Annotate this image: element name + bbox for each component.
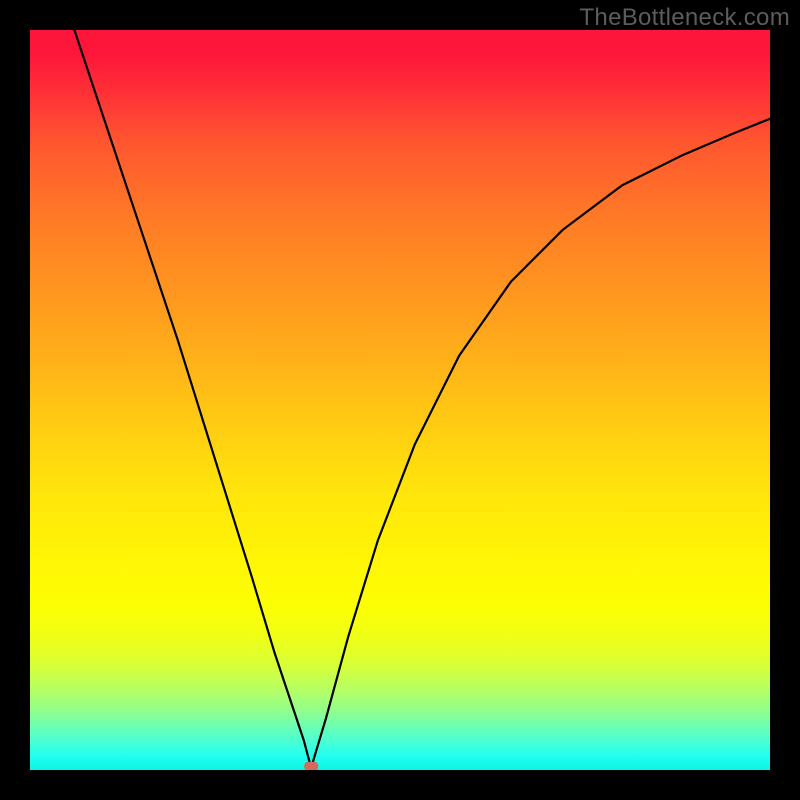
watermark-text: TheBottleneck.com	[579, 4, 790, 32]
chart-overlay	[30, 30, 770, 770]
chart-frame: TheBottleneck.com	[0, 0, 800, 800]
curve-right-branch	[313, 119, 770, 763]
minimum-marker	[304, 762, 318, 770]
plot-area	[30, 30, 770, 770]
curve-left-branch	[74, 30, 309, 763]
